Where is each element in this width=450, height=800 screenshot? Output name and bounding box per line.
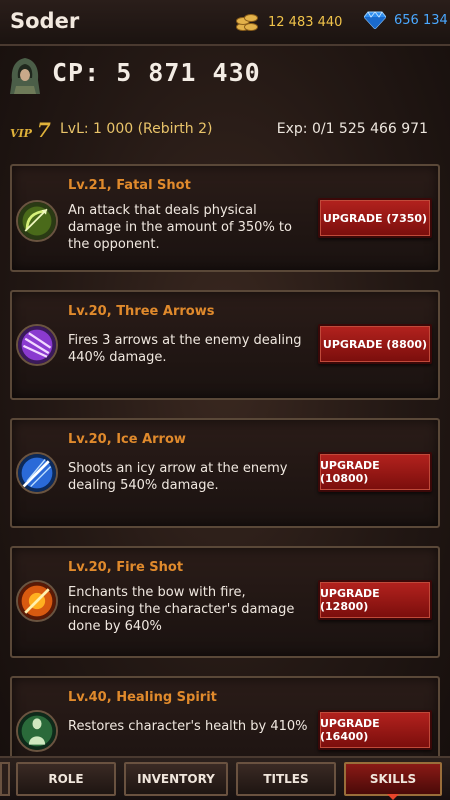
player-exp: Exp: 0/1 525 466 971 bbox=[276, 121, 428, 137]
vip-label: VIP bbox=[10, 127, 32, 140]
upgrade-button[interactable]: UPGRADE (8800) bbox=[318, 324, 432, 364]
gold-amount: 12 483 440 bbox=[268, 14, 343, 30]
upgrade-button[interactable]: UPGRADE (12800) bbox=[318, 580, 432, 620]
skill-card: Lv.20, Fire Shot Enchants the bow with f… bbox=[10, 546, 440, 658]
upgrade-button[interactable]: UPGRADE (10800) bbox=[318, 452, 432, 492]
bottom-nav: ROLE INVENTORY TITLES SKILLS bbox=[0, 756, 450, 800]
skill-card: Lv.20, Three Arrows Fires 3 arrows at th… bbox=[10, 290, 440, 400]
hooded-archer-avatar[interactable] bbox=[8, 56, 42, 96]
skill-description: Restores character's health by 410% bbox=[68, 719, 308, 734]
ice-arrow-icon bbox=[16, 452, 58, 494]
skill-description: Fires 3 arrows at the enemy dealing 440%… bbox=[68, 333, 302, 365]
skill-description: An attack that deals physical damage in … bbox=[68, 203, 292, 252]
triple-arrow-icon bbox=[16, 324, 58, 366]
upgrade-button[interactable]: UPGRADE (16400) bbox=[318, 710, 432, 750]
tab-role[interactable]: ROLE bbox=[16, 762, 116, 796]
skill-name: Lv.20, Ice Arrow bbox=[68, 432, 186, 447]
skills-screen: Soder 12 483 440 656 134 CP: 5 871 430 V… bbox=[0, 0, 450, 800]
character-name: Soder bbox=[10, 9, 80, 33]
gem-counter[interactable]: 656 134 bbox=[364, 11, 448, 29]
fire-shot-icon bbox=[16, 580, 58, 622]
vip-badge[interactable]: VIP 7 bbox=[10, 118, 51, 142]
bow-icon bbox=[16, 200, 58, 242]
upgrade-button[interactable]: UPGRADE (7350) bbox=[318, 198, 432, 238]
healing-spirit-icon bbox=[16, 710, 58, 752]
skill-name: Lv.21, Fatal Shot bbox=[68, 178, 191, 193]
skill-list[interactable]: Lv.21, Fatal Shot An attack that deals p… bbox=[0, 156, 450, 756]
diamond-icon bbox=[364, 11, 386, 29]
tab-titles[interactable]: TITLES bbox=[236, 762, 336, 796]
skill-description: Enchants the bow with fire, increasing t… bbox=[68, 585, 295, 634]
skill-card: Lv.21, Fatal Shot An attack that deals p… bbox=[10, 164, 440, 272]
combat-power-row: CP: 5 871 430 bbox=[0, 46, 450, 106]
combat-power: CP: 5 871 430 bbox=[52, 58, 261, 87]
player-level: LvL: 1 000 (Rebirth 2) bbox=[60, 121, 213, 137]
gold-counter[interactable]: 12 483 440 bbox=[234, 11, 342, 33]
player-info-row: VIP 7 LvL: 1 000 (Rebirth 2) Exp: 0/1 52… bbox=[0, 114, 450, 144]
skill-card: Lv.40, Healing Spirit Restores character… bbox=[10, 676, 440, 756]
skill-name: Lv.40, Healing Spirit bbox=[68, 690, 217, 705]
skill-name: Lv.20, Three Arrows bbox=[68, 304, 215, 319]
gem-amount: 656 134 bbox=[394, 12, 448, 28]
skill-card: Lv.20, Ice Arrow Shoots an icy arrow at … bbox=[10, 418, 440, 528]
nav-edge-left bbox=[0, 762, 10, 796]
skill-name: Lv.20, Fire Shot bbox=[68, 560, 184, 575]
skill-description: Shoots an icy arrow at the enemy dealing… bbox=[68, 461, 288, 493]
top-bar: Soder 12 483 440 656 134 bbox=[0, 0, 450, 46]
tab-skills[interactable]: SKILLS bbox=[344, 762, 442, 800]
gold-coins-icon bbox=[234, 11, 260, 33]
tab-inventory[interactable]: INVENTORY bbox=[124, 762, 228, 796]
vip-level: 7 bbox=[36, 118, 51, 142]
